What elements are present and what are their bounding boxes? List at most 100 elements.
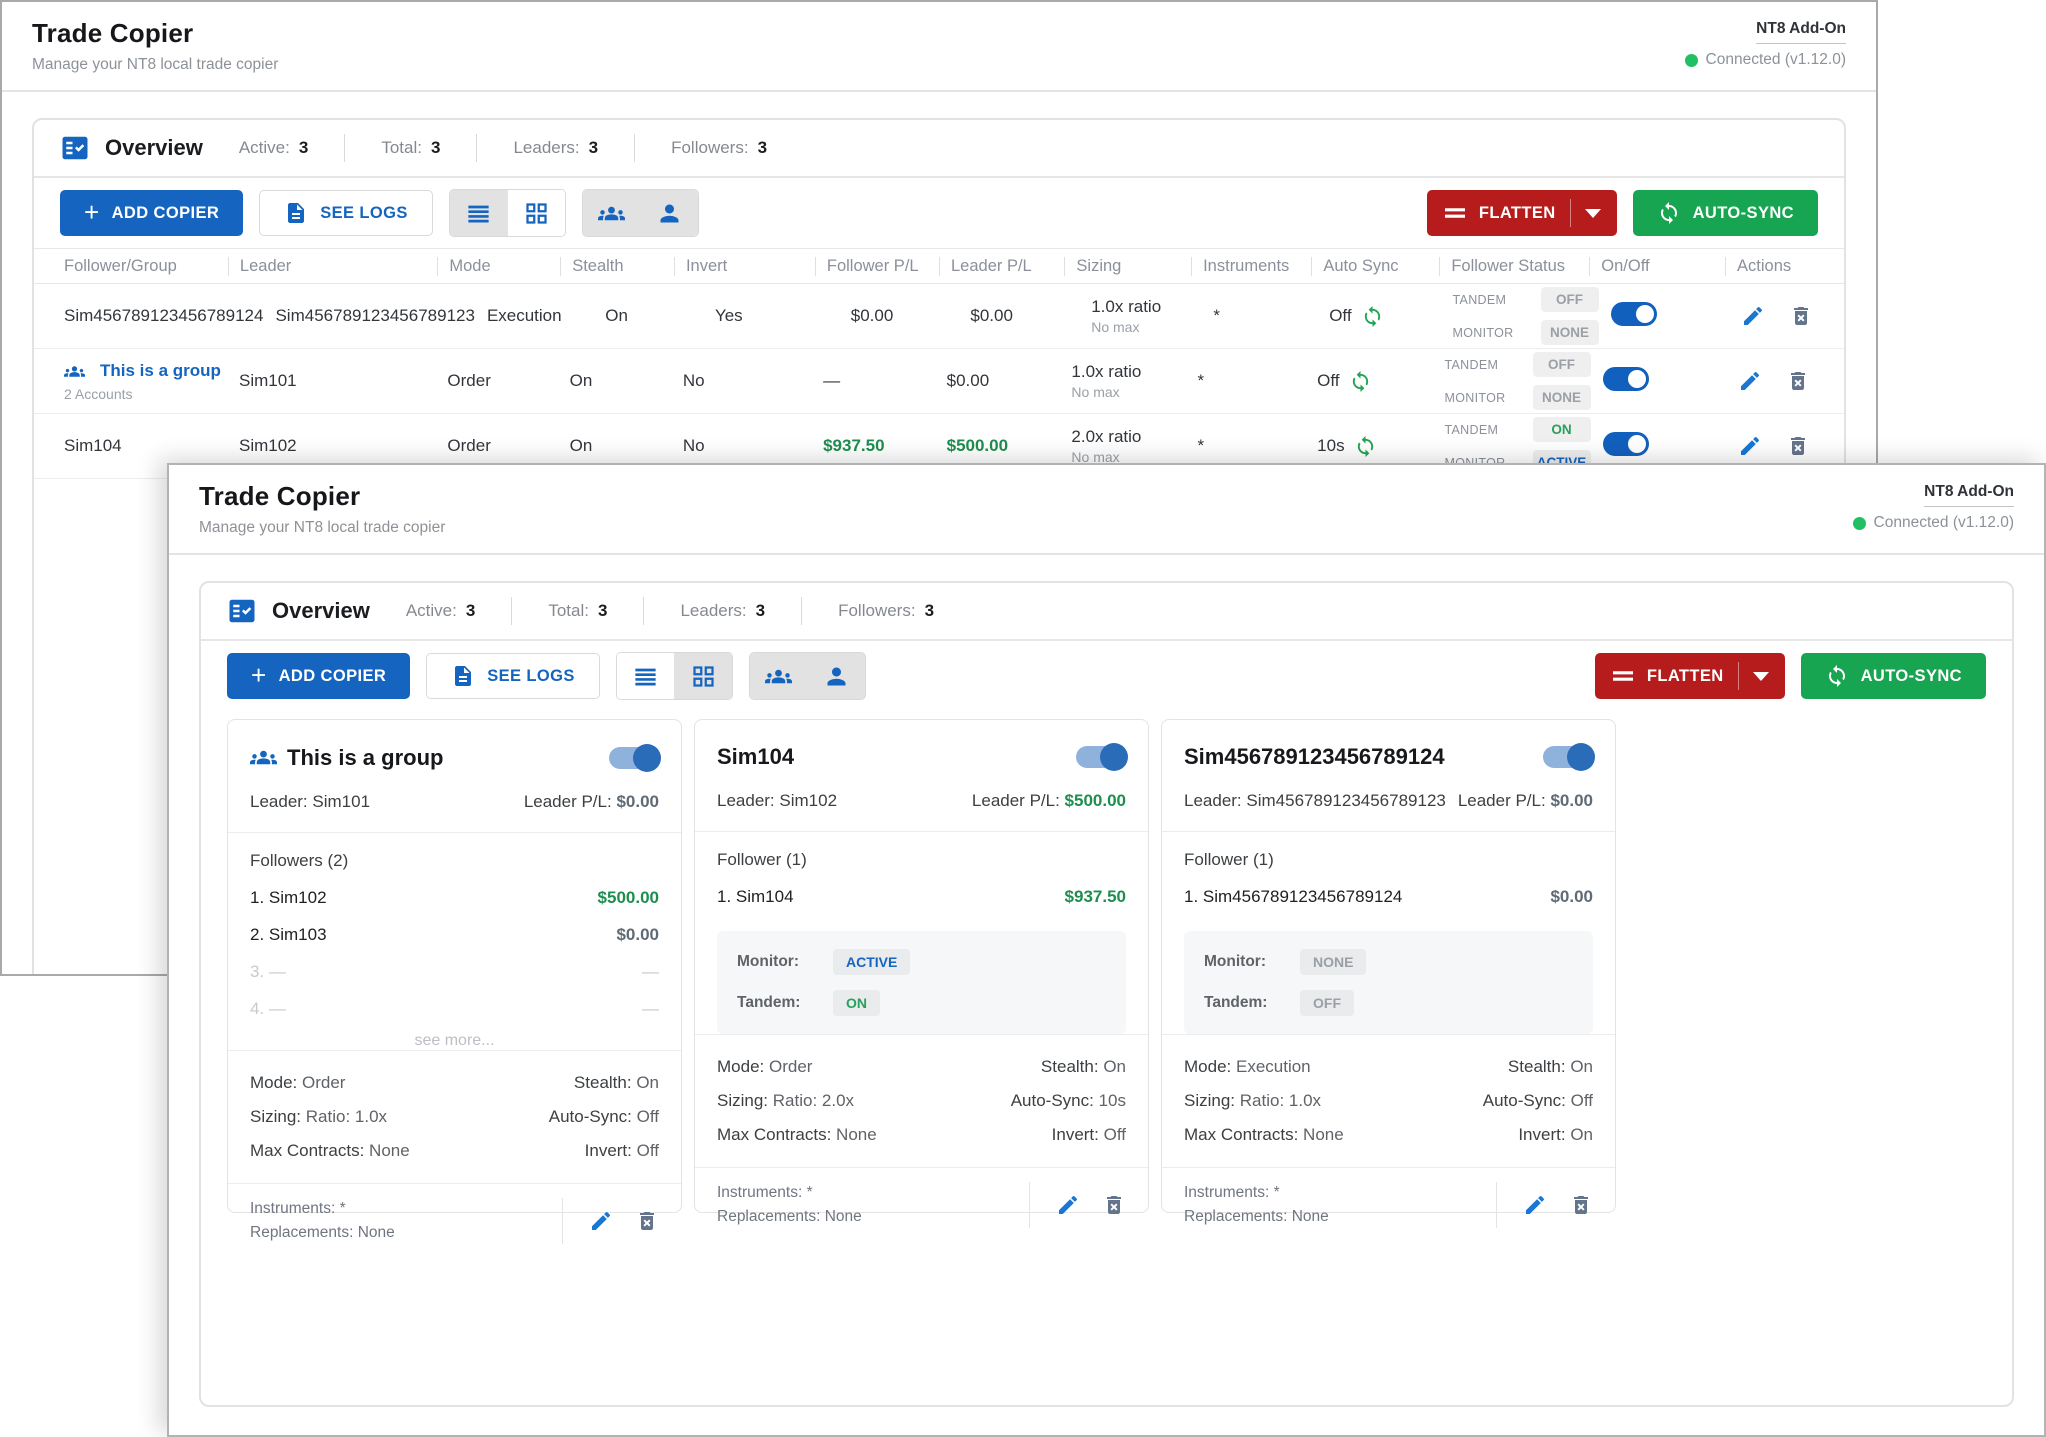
stat-followers: Followers:3 (838, 601, 934, 621)
mode-value: Order (769, 1057, 812, 1076)
mode-label: Mode: (250, 1073, 297, 1092)
delete-button[interactable] (635, 1209, 659, 1233)
followers-list: 1. Sim104 $937.50 (717, 887, 1126, 907)
status-panel: Monitor: ACTIVE Tandem: ON (717, 931, 1126, 1034)
add-copier-button[interactable]: + ADD COPIER (60, 190, 243, 236)
onoff-toggle[interactable] (1603, 432, 1649, 456)
toolbar: + ADD COPIER SEE LOGS FLATTEN (34, 178, 1844, 248)
leader-label: Leader: (1184, 791, 1242, 810)
divider (344, 134, 345, 162)
auto-sync-button[interactable]: AUTO-SYNC (1801, 653, 1986, 699)
copier-card: This is a group Leader: Sim101 Leader P/… (227, 719, 682, 1213)
follower-entry-name: 1. Sim104 (717, 887, 794, 907)
page-title: Trade Copier (32, 18, 278, 49)
autosync-value: Off (1317, 371, 1339, 391)
grid-view-button[interactable] (507, 190, 565, 236)
group-view-button[interactable] (583, 190, 640, 236)
autosync-label: Auto-Sync: (1483, 1091, 1566, 1110)
invert-value: Off (1104, 1125, 1126, 1144)
toolbar: + ADD COPIER SEE LOGS FLATTEN (201, 641, 2012, 711)
list-view-button[interactable] (617, 653, 674, 699)
flatten-button[interactable]: FLATTEN (1595, 653, 1785, 699)
cards-container: This is a group Leader: Sim101 Leader P/… (201, 711, 2012, 1239)
leader-pl-text: Leader P/L: $500.00 (972, 791, 1126, 811)
monitor-label: MONITOR (1445, 391, 1533, 405)
edit-button[interactable] (1741, 304, 1765, 328)
groups-icon (765, 663, 792, 690)
follower-row: 1. Sim104 $937.50 (717, 887, 1126, 907)
chevron-down-icon[interactable] (1585, 209, 1601, 218)
follower-entry-name: 2. Sim103 (250, 925, 327, 945)
replacements-text: Replacements: None (1184, 1205, 1329, 1229)
list-view-button[interactable] (450, 190, 507, 236)
mode-cell: Order (435, 371, 557, 391)
delete-button[interactable] (1786, 434, 1810, 458)
stealth-cell: On (593, 306, 703, 326)
onoff-toggle[interactable] (1603, 367, 1649, 391)
delete-button[interactable] (1789, 304, 1813, 328)
card-onoff-toggle[interactable] (609, 747, 659, 769)
chevron-down-icon[interactable] (1753, 672, 1769, 681)
sync-icon[interactable] (1361, 305, 1384, 328)
overview-icon (227, 596, 257, 626)
column-header: Stealth (560, 257, 674, 276)
follower-row: 3. —— (250, 962, 659, 982)
grid-view-button[interactable] (674, 653, 732, 699)
column-header: Leader P/L (939, 257, 1064, 276)
sizing-main: 1.0x ratio (1091, 297, 1201, 317)
max-contracts-value: None (369, 1141, 410, 1160)
stat-leaders: Leaders:3 (680, 601, 765, 621)
leader-pl-label: Leader P/L: (972, 791, 1060, 810)
single-view-button[interactable] (807, 653, 865, 699)
delete-button[interactable] (1102, 1193, 1126, 1217)
group-view-button[interactable] (750, 653, 807, 699)
divider (643, 597, 644, 625)
monitor-label: MONITOR (1453, 326, 1541, 340)
follower-row: 1. Sim456789123456789124$0.00 (1184, 887, 1593, 907)
edit-button[interactable] (1738, 369, 1762, 393)
delete-button[interactable] (1786, 369, 1810, 393)
see-more-link[interactable]: see more... (250, 1032, 659, 1050)
leader-cell: Sim456789123456789123 (263, 306, 474, 326)
single-view-button[interactable] (640, 190, 698, 236)
followers-label: Follower (1) (717, 850, 1126, 870)
see-logs-button[interactable]: SEE LOGS (426, 653, 600, 699)
follower-row: 2. Sim103$0.00 (250, 925, 659, 945)
edit-button[interactable] (1738, 434, 1762, 458)
edit-button[interactable] (1523, 1193, 1547, 1217)
card-onoff-toggle[interactable] (1076, 746, 1126, 768)
onoff-toggle[interactable] (1611, 302, 1657, 326)
invert-cell: No (671, 436, 811, 456)
instruments-cell: * (1186, 371, 1306, 391)
follower-entry-pl: $937.50 (1065, 887, 1126, 907)
column-header: Instruments (1191, 257, 1311, 276)
stealth-label: Stealth: (574, 1073, 632, 1092)
overview-bar: Overview Active:3 Total:3 Leaders:3 Foll… (201, 583, 2012, 641)
edit-button[interactable] (589, 1209, 613, 1233)
follower-entry-pl: $0.00 (1550, 887, 1593, 907)
divider (1496, 1182, 1497, 1228)
column-header: On/Off (1589, 257, 1725, 276)
leader-pl-label: Leader P/L: (524, 792, 612, 811)
flatten-button[interactable]: FLATTEN (1427, 190, 1617, 236)
front-window: Trade Copier Manage your NT8 local trade… (167, 463, 2046, 1437)
tandem-label: TANDEM (1445, 358, 1533, 372)
card-onoff-toggle[interactable] (1543, 746, 1593, 768)
person-icon (656, 200, 683, 227)
sync-icon[interactable] (1354, 435, 1377, 458)
add-copier-button[interactable]: + ADD COPIER (227, 653, 410, 699)
leader-pl-cell: $500.00 (935, 436, 1060, 456)
divider (562, 1198, 563, 1244)
see-logs-button[interactable]: SEE LOGS (259, 190, 433, 236)
auto-sync-button[interactable]: AUTO-SYNC (1633, 190, 1818, 236)
delete-button[interactable] (1569, 1193, 1593, 1217)
sync-icon[interactable] (1349, 370, 1372, 393)
connected-dot-icon (1685, 54, 1698, 67)
addon-label: NT8 Add-On (1756, 20, 1846, 44)
mode-value: Order (302, 1073, 345, 1092)
copier-card: Sim456789123456789124 Leader: Sim4567891… (1161, 719, 1616, 1213)
edit-button[interactable] (1056, 1193, 1080, 1217)
follower-entry-name: 1. Sim102 (250, 888, 327, 908)
tandem-label: Tandem: (737, 994, 833, 1012)
mode-label: Mode: (1184, 1057, 1231, 1076)
